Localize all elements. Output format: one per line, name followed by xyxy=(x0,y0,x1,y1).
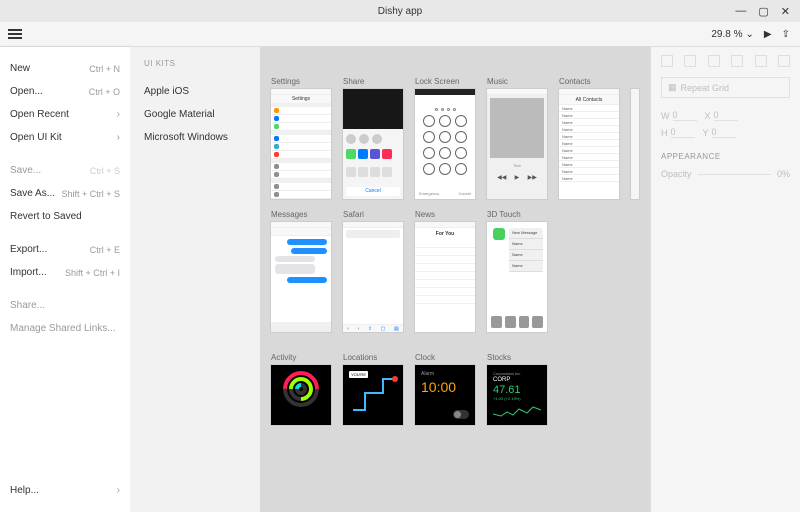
artboard-clock[interactable]: Clock Alarm 10:00 xyxy=(414,353,476,426)
menu-new[interactable]: NewCtrl + N xyxy=(0,57,130,80)
zoom-control[interactable]: 29.8 % ⌄ xyxy=(711,29,754,40)
align-tools[interactable] xyxy=(661,55,790,67)
artboard-3d-touch[interactable]: 3D Touch New MessageName NameName xyxy=(486,210,548,333)
menu-open-ui-kit[interactable]: Open UI Kit› xyxy=(0,126,130,149)
menu-manage-shared-links[interactable]: Manage Shared Links... xyxy=(0,317,130,340)
file-menu: NewCtrl + N Open...Ctrl + O Open Recent›… xyxy=(0,47,130,512)
menu-help[interactable]: Help...› xyxy=(0,479,130,502)
map-route-icon xyxy=(343,365,404,426)
chevron-right-icon: › xyxy=(117,132,120,143)
sparkline-icon xyxy=(493,404,543,420)
menu-export[interactable]: Export...Ctrl + E xyxy=(0,238,130,261)
artboard-locations[interactable]: Locations YOU'RE xyxy=(342,353,404,426)
canvas[interactable]: Settings Settings xyxy=(260,47,650,512)
ui-kit-apple-ios[interactable]: Apple iOS xyxy=(144,80,246,103)
artboard-lock-screen[interactable]: Lock Screen Enter Passcode 1234567890 Em… xyxy=(414,77,476,200)
width-input[interactable]: 0 xyxy=(673,110,697,121)
play-icon[interactable]: ▶ xyxy=(764,29,772,40)
share-icon[interactable]: ⇪ xyxy=(782,29,790,40)
inspector-panel: Repeat Grid W0 X0 H0 Y0 APPEARANCE Opaci… xyxy=(650,47,800,512)
artboard-activity[interactable]: Activity xyxy=(270,353,332,426)
ui-kits-heading: UI KITS xyxy=(144,59,246,68)
artboard-contacts[interactable]: Contacts All Contacts NameNameName NameN… xyxy=(558,77,620,200)
toggle-switch xyxy=(453,410,469,419)
ui-kits-panel: UI KITS Apple iOS Google Material Micros… xyxy=(130,47,260,512)
menu-save-as[interactable]: Save As...Shift + Ctrl + S xyxy=(0,182,130,205)
maximize-icon[interactable]: ▢ xyxy=(758,5,768,18)
menu-revert[interactable]: Revert to Saved xyxy=(0,205,130,228)
close-icon[interactable]: ✕ xyxy=(781,5,790,18)
repeat-grid-button[interactable]: Repeat Grid xyxy=(661,77,790,98)
height-input[interactable]: 0 xyxy=(671,127,695,138)
chevron-right-icon: › xyxy=(117,109,120,120)
chevron-down-icon: ⌄ xyxy=(746,29,754,40)
activity-rings-icon xyxy=(283,371,319,407)
artboard-news[interactable]: News For You xyxy=(414,210,476,333)
menu-open-recent[interactable]: Open Recent› xyxy=(0,103,130,126)
appearance-heading: APPEARANCE xyxy=(661,152,790,161)
zoom-value: 29.8 % xyxy=(711,29,742,40)
artboard-share[interactable]: Share Cancel xyxy=(342,77,404,200)
artboard-safari[interactable]: Safari ‹›⇪▢▤ xyxy=(342,210,404,333)
menu-open[interactable]: Open...Ctrl + O xyxy=(0,80,130,103)
y-input[interactable]: 0 xyxy=(712,127,736,138)
menu-share[interactable]: Share... xyxy=(0,294,130,317)
artboard-music[interactable]: Music Text ◀◀▶▶▶ xyxy=(486,77,548,200)
artboard-stocks[interactable]: Stocks Corporation Inc CORP 47.61 +1.03 … xyxy=(486,353,548,426)
ui-kit-microsoft-windows[interactable]: Microsoft Windows xyxy=(144,126,246,149)
minimize-icon[interactable]: — xyxy=(735,5,746,18)
x-input[interactable]: 0 xyxy=(714,110,738,121)
hamburger-icon[interactable] xyxy=(8,27,22,41)
app-title: Dishy app xyxy=(378,6,422,17)
menu-save[interactable]: Save...Ctrl + S xyxy=(0,159,130,182)
title-bar: Dishy app — ▢ ✕ xyxy=(0,0,800,22)
artboard-settings[interactable]: Settings Settings xyxy=(270,77,332,200)
ui-kit-google-material[interactable]: Google Material xyxy=(144,103,246,126)
chevron-right-icon: › xyxy=(117,485,120,496)
artboard-ruler[interactable] xyxy=(630,77,640,200)
artboard-messages[interactable]: Messages xyxy=(270,210,332,333)
toolbar: 29.8 % ⌄ ▶ ⇪ xyxy=(0,22,800,47)
menu-import[interactable]: Import...Shift + Ctrl + I xyxy=(0,261,130,284)
opacity-slider[interactable] xyxy=(698,174,771,175)
